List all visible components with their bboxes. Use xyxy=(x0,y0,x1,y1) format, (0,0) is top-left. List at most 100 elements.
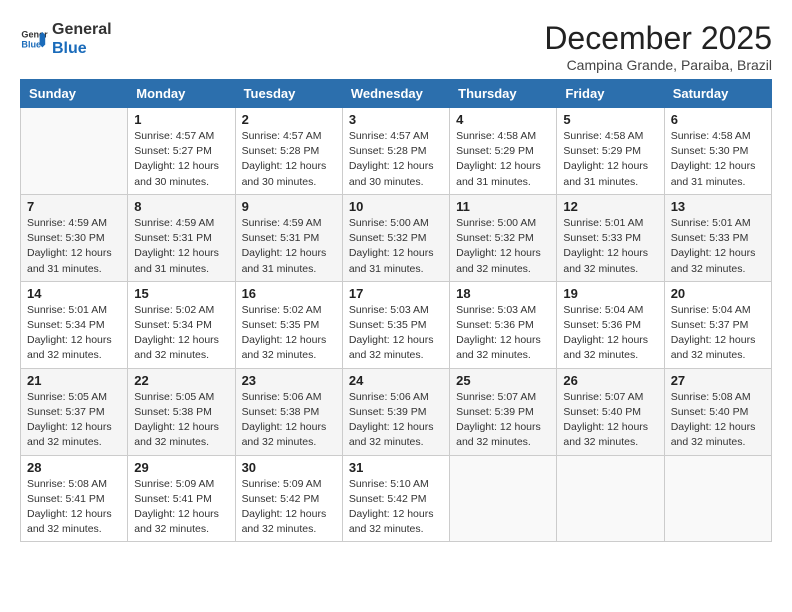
calendar-day-cell: 18Sunrise: 5:03 AMSunset: 5:36 PMDayligh… xyxy=(450,281,557,368)
day-info: Sunrise: 4:58 AMSunset: 5:29 PMDaylight:… xyxy=(456,129,550,190)
weekday-header-tuesday: Tuesday xyxy=(235,80,342,108)
calendar-day-cell: 15 Sunrise: 5:02 AMSunset: 5:34 PMDayligh… xyxy=(128,281,235,368)
calendar-day-cell: 26 Sunrise: 5:07 AMSunset: 5:40 PMDayligh… xyxy=(557,368,664,455)
calendar-day-cell: 24 Sunrise: 5:06 AMSunset: 5:39 PMDayligh… xyxy=(342,368,449,455)
calendar-day-cell xyxy=(557,455,664,542)
day-info: Sunrise: 4:58 AMSunset: 5:30 PMDaylight:… xyxy=(671,129,765,190)
calendar-week-row: 1Sunrise: 4:57 AMSunset: 5:27 PMDaylight… xyxy=(21,108,772,195)
calendar-day-cell: 30Sunrise: 5:09 AMSunset: 5:42 PMDayligh… xyxy=(235,455,342,542)
month-title: December 2025 xyxy=(544,20,772,57)
calendar-day-cell: 19 Sunrise: 5:04 AMSunset: 5:36 PMDayligh… xyxy=(557,281,664,368)
day-number: 4 xyxy=(456,112,550,127)
day-info: Sunrise: 4:57 AMSunset: 5:28 PMDaylight:… xyxy=(349,129,443,190)
day-info: Sunrise: 5:00 AMSunset: 5:32 PMDaylight:… xyxy=(456,216,550,277)
day-number: 8 xyxy=(134,199,228,214)
calendar-day-cell: 16 Sunrise: 5:02 AMSunset: 5:35 PMDayligh… xyxy=(235,281,342,368)
day-info: Sunrise: 5:07 AMSunset: 5:40 PMDaylight:… xyxy=(563,390,657,451)
calendar-week-row: 14 Sunrise: 5:01 AMSunset: 5:34 PMDayligh… xyxy=(21,281,772,368)
day-number: 7 xyxy=(27,199,121,214)
day-info: Sunrise: 5:08 AMSunset: 5:40 PMDaylight:… xyxy=(671,390,765,451)
day-info: Sunrise: 5:02 AMSunset: 5:34 PMDaylight:… xyxy=(134,303,228,364)
weekday-header-thursday: Thursday xyxy=(450,80,557,108)
calendar-day-cell: 20Sunrise: 5:04 AMSunset: 5:37 PMDayligh… xyxy=(664,281,771,368)
day-info: Sunrise: 5:07 AMSunset: 5:39 PMDaylight:… xyxy=(456,390,550,451)
day-number: 5 xyxy=(563,112,657,127)
calendar-day-cell: 28Sunrise: 5:08 AMSunset: 5:41 PMDayligh… xyxy=(21,455,128,542)
logo-text-blue: Blue xyxy=(52,39,112,58)
day-number: 13 xyxy=(671,199,765,214)
day-number: 19 xyxy=(563,286,657,301)
day-number: 14 xyxy=(27,286,121,301)
day-info: Sunrise: 5:05 AMSunset: 5:38 PMDaylight:… xyxy=(134,390,228,451)
day-number: 16 xyxy=(242,286,336,301)
calendar-day-cell: 22 Sunrise: 5:05 AMSunset: 5:38 PMDayligh… xyxy=(128,368,235,455)
calendar-day-cell: 9 Sunrise: 4:59 AMSunset: 5:31 PMDaylight… xyxy=(235,194,342,281)
calendar-day-cell: 1Sunrise: 4:57 AMSunset: 5:27 PMDaylight… xyxy=(128,108,235,195)
day-number: 21 xyxy=(27,373,121,388)
calendar-day-cell: 4 Sunrise: 4:58 AMSunset: 5:29 PMDaylight… xyxy=(450,108,557,195)
day-info: Sunrise: 5:01 AMSunset: 5:33 PMDaylight:… xyxy=(563,216,657,277)
calendar-day-cell: 23 Sunrise: 5:06 AMSunset: 5:38 PMDayligh… xyxy=(235,368,342,455)
title-section: December 2025 Campina Grande, Paraiba, B… xyxy=(544,20,772,73)
day-number: 15 xyxy=(134,286,228,301)
day-number: 9 xyxy=(242,199,336,214)
day-number: 11 xyxy=(456,199,550,214)
day-info: Sunrise: 5:03 AMSunset: 5:36 PMDaylight:… xyxy=(456,303,550,364)
day-info: Sunrise: 5:02 AMSunset: 5:35 PMDaylight:… xyxy=(242,303,336,364)
calendar-day-cell: 11 Sunrise: 5:00 AMSunset: 5:32 PMDayligh… xyxy=(450,194,557,281)
calendar-day-cell: 29Sunrise: 5:09 AMSunset: 5:41 PMDayligh… xyxy=(128,455,235,542)
day-info: Sunrise: 5:06 AMSunset: 5:38 PMDaylight:… xyxy=(242,390,336,451)
calendar-day-cell: 5 Sunrise: 4:58 AMSunset: 5:29 PMDaylight… xyxy=(557,108,664,195)
calendar-day-cell xyxy=(664,455,771,542)
day-number: 30 xyxy=(242,460,336,475)
calendar-day-cell: 7Sunrise: 4:59 AMSunset: 5:30 PMDaylight… xyxy=(21,194,128,281)
day-number: 23 xyxy=(242,373,336,388)
day-number: 26 xyxy=(563,373,657,388)
day-info: Sunrise: 5:01 AMSunset: 5:34 PMDaylight:… xyxy=(27,303,121,364)
day-info: Sunrise: 5:01 AMSunset: 5:33 PMDaylight:… xyxy=(671,216,765,277)
day-info: Sunrise: 5:09 AMSunset: 5:41 PMDaylight:… xyxy=(134,477,228,538)
weekday-header-saturday: Saturday xyxy=(664,80,771,108)
day-info: Sunrise: 5:06 AMSunset: 5:39 PMDaylight:… xyxy=(349,390,443,451)
day-info: Sunrise: 4:59 AMSunset: 5:31 PMDaylight:… xyxy=(134,216,228,277)
weekday-header-wednesday: Wednesday xyxy=(342,80,449,108)
day-number: 12 xyxy=(563,199,657,214)
day-info: Sunrise: 5:03 AMSunset: 5:35 PMDaylight:… xyxy=(349,303,443,364)
calendar-day-cell: 8 Sunrise: 4:59 AMSunset: 5:31 PMDaylight… xyxy=(128,194,235,281)
day-number: 31 xyxy=(349,460,443,475)
day-number: 24 xyxy=(349,373,443,388)
calendar-day-cell xyxy=(450,455,557,542)
calendar-week-row: 7Sunrise: 4:59 AMSunset: 5:30 PMDaylight… xyxy=(21,194,772,281)
day-info: Sunrise: 5:05 AMSunset: 5:37 PMDaylight:… xyxy=(27,390,121,451)
calendar-day-cell: 21 Sunrise: 5:05 AMSunset: 5:37 PMDayligh… xyxy=(21,368,128,455)
day-number: 28 xyxy=(27,460,121,475)
day-info: Sunrise: 4:58 AMSunset: 5:29 PMDaylight:… xyxy=(563,129,657,190)
calendar-day-cell: 17 Sunrise: 5:03 AMSunset: 5:35 PMDayligh… xyxy=(342,281,449,368)
logo-text-general: General xyxy=(52,20,112,39)
day-number: 22 xyxy=(134,373,228,388)
day-info: Sunrise: 5:00 AMSunset: 5:32 PMDaylight:… xyxy=(349,216,443,277)
day-number: 6 xyxy=(671,112,765,127)
calendar-day-cell xyxy=(21,108,128,195)
day-info: Sunrise: 4:57 AMSunset: 5:28 PMDaylight:… xyxy=(242,129,336,190)
calendar-day-cell: 25 Sunrise: 5:07 AMSunset: 5:39 PMDayligh… xyxy=(450,368,557,455)
weekday-header-monday: Monday xyxy=(128,80,235,108)
logo: General Blue General Blue xyxy=(20,20,112,58)
calendar-day-cell: 27Sunrise: 5:08 AMSunset: 5:40 PMDayligh… xyxy=(664,368,771,455)
day-info: Sunrise: 4:57 AMSunset: 5:27 PMDaylight:… xyxy=(134,129,228,190)
logo-icon: General Blue xyxy=(20,25,48,53)
day-number: 10 xyxy=(349,199,443,214)
day-number: 25 xyxy=(456,373,550,388)
calendar-day-cell: 10 Sunrise: 5:00 AMSunset: 5:32 PMDayligh… xyxy=(342,194,449,281)
day-info: Sunrise: 5:04 AMSunset: 5:36 PMDaylight:… xyxy=(563,303,657,364)
calendar-table: SundayMondayTuesdayWednesdayThursdayFrid… xyxy=(20,79,772,542)
calendar-day-cell: 13 Sunrise: 5:01 AMSunset: 5:33 PMDayligh… xyxy=(664,194,771,281)
day-number: 17 xyxy=(349,286,443,301)
page-header: General Blue General Blue December 2025 … xyxy=(20,20,772,73)
day-number: 2 xyxy=(242,112,336,127)
day-number: 20 xyxy=(671,286,765,301)
weekday-header-sunday: Sunday xyxy=(21,80,128,108)
day-info: Sunrise: 4:59 AMSunset: 5:31 PMDaylight:… xyxy=(242,216,336,277)
day-info: Sunrise: 5:10 AMSunset: 5:42 PMDaylight:… xyxy=(349,477,443,538)
location-subtitle: Campina Grande, Paraiba, Brazil xyxy=(544,57,772,73)
